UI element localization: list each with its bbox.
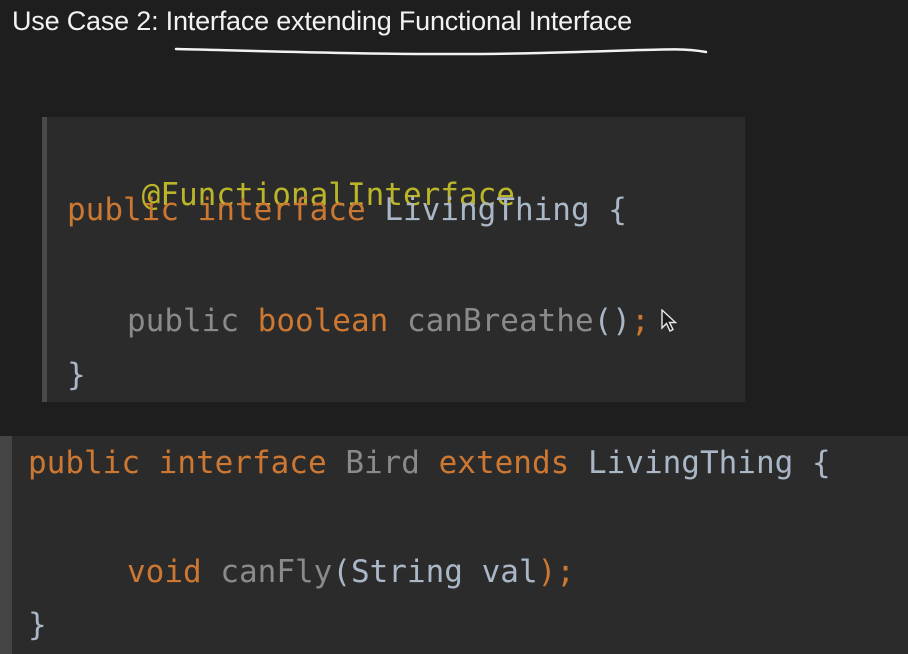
keyword-interface: interface [158,445,327,481]
code-line-close: } [67,355,86,395]
mouse-pointer-icon [661,309,678,332]
code-block-living-thing: @FunctionalInterface public interface Li… [42,117,745,402]
param-type: String [350,554,463,590]
open-brace: { [608,192,627,228]
interface-name: Bird [345,445,420,481]
code-line-method: public boolean canBreathe(); [127,301,650,341]
keyword-extends: extends [438,445,570,481]
method-name: canFly [220,554,333,590]
keyword-public: public [127,303,239,339]
open-paren: ( [332,554,351,590]
keyword-public: public [67,192,179,228]
interface-name: LivingThing [384,192,590,228]
keyword-boolean: boolean [257,303,389,339]
close-brace: } [67,357,86,393]
keyword-public: public [28,445,140,481]
parent-interface-name: LivingThing [587,445,794,481]
semicolon: ; [630,303,650,339]
code-block-bird: public interface Bird extends LivingThin… [0,436,908,654]
title-underline [174,47,708,56]
method-name: canBreathe [406,303,594,339]
code-line-bird-decl: public interface Bird extends LivingThin… [28,443,831,483]
keyword-void: void [127,554,202,590]
code-line-interface-decl: public interface LivingThing { [67,190,627,230]
code-line-canfly: void canFly(String val); [127,552,575,592]
close-paren-semicolon: ); [537,554,575,590]
keyword-interface: interface [197,192,366,228]
open-brace: { [811,445,831,481]
parens: () [593,303,631,339]
param-name: val [481,554,538,590]
close-brace: } [28,607,47,643]
code-line-close: } [28,605,47,645]
